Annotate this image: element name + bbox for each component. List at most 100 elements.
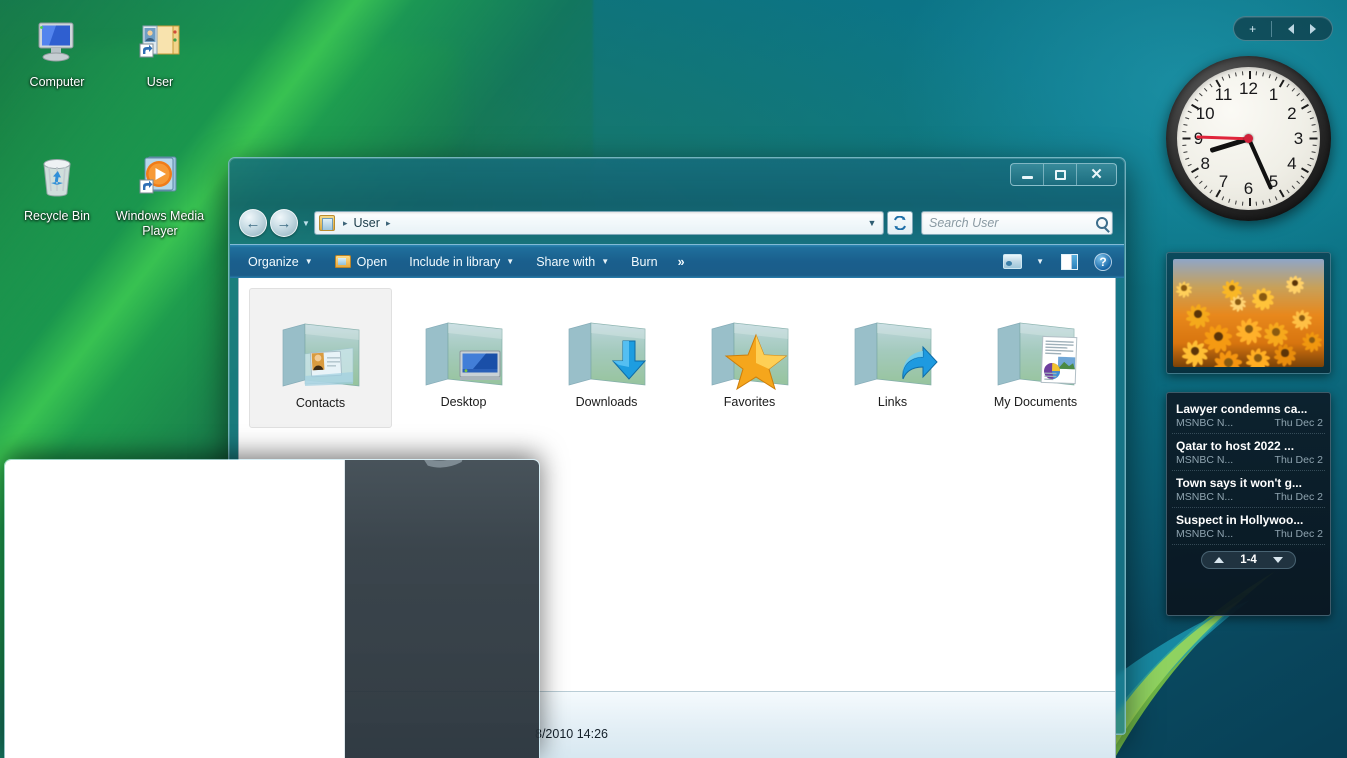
feed-item[interactable]: Suspect in Hollywoo... MSNBC N... Thu Dec …	[1172, 508, 1325, 545]
include-in-library-button[interactable]: Include in library ▼	[399, 249, 524, 275]
file-item-icon	[847, 296, 939, 391]
feed-item-title: Town says it won't g...	[1176, 476, 1302, 490]
start-menu-program-list	[5, 460, 344, 470]
help-button[interactable]: ?	[1088, 249, 1118, 275]
clock-numeral: 3	[1293, 128, 1304, 148]
feed-item[interactable]: Qatar to host 2022 ... MSNBC N... Thu Dec …	[1172, 434, 1325, 471]
refresh-button[interactable]	[887, 211, 913, 235]
feed-item-title: Qatar to host 2022 ...	[1176, 439, 1295, 453]
clock-tick	[1181, 144, 1186, 147]
chevron-right-icon[interactable]	[1310, 23, 1317, 34]
clock-numeral: 10	[1195, 103, 1215, 123]
desktop-icon-label: Windows Media Player	[115, 209, 205, 238]
organize-button[interactable]: Organize ▼	[238, 249, 323, 275]
explorer-titlebar[interactable]: ✕ ← → ▼ ▸ User ▸ ▼ Search User	[229, 158, 1125, 237]
help-icon: ?	[1094, 252, 1112, 271]
file-item[interactable]: Links	[821, 288, 964, 428]
feed-next-icon[interactable]	[1272, 557, 1283, 563]
clock-tick	[1295, 180, 1300, 185]
minimize-button[interactable]	[1011, 164, 1044, 185]
add-gadget-button[interactable]: +	[1234, 22, 1271, 36]
change-view-dropdown[interactable]: ▼	[1029, 249, 1051, 275]
folder-links-icon	[854, 322, 938, 386]
breadcrumb-user[interactable]: User	[354, 216, 380, 230]
folder-downloads-icon	[568, 322, 646, 386]
close-button[interactable]: ✕	[1077, 164, 1116, 185]
feed-item-source: MSNBC N...	[1176, 454, 1234, 466]
avatar[interactable]	[399, 460, 485, 482]
breadcrumb-separator[interactable]: ▸	[380, 218, 397, 229]
open-button[interactable]: Open	[325, 249, 398, 275]
share-with-button[interactable]: Share with ▼	[526, 249, 619, 275]
clock-tick	[1255, 201, 1257, 206]
feed-headlines-gadget[interactable]: Lawyer condemns ca... MSNBC N... Thu Dec 2…	[1166, 392, 1331, 616]
feed-pager-controls[interactable]: 1-4	[1201, 551, 1296, 569]
change-view-button[interactable]	[998, 249, 1027, 275]
clock-tick	[1227, 74, 1230, 79]
feed-pager[interactable]: 1-4	[1172, 551, 1325, 569]
file-item[interactable]: Contacts	[249, 288, 392, 428]
clock-numeral: 11	[1214, 85, 1233, 105]
window-buttons: ✕	[1010, 163, 1117, 186]
feed-item-title: Suspect in Hollywoo...	[1176, 513, 1304, 527]
clock-tick	[1198, 180, 1203, 185]
recycle-bin-icon	[8, 146, 106, 206]
clock-tick	[1181, 130, 1186, 133]
more-commands-button[interactable]: »	[670, 249, 693, 275]
address-dropdown-icon[interactable]: ▼	[863, 218, 881, 228]
clock-tick	[1291, 88, 1295, 92]
clock-tick	[1300, 175, 1304, 179]
desktop-icon-windows-media-player[interactable]: Windows Media Player	[111, 146, 209, 239]
organize-label: Organize	[248, 254, 299, 269]
clock-tick	[1309, 157, 1314, 160]
desktop-icon-recycle-bin[interactable]: Recycle Bin	[8, 146, 106, 224]
burn-label: Burn	[631, 254, 658, 269]
feed-item-date: Thu Dec 2	[1274, 417, 1323, 429]
clock-tick	[1255, 71, 1257, 76]
file-item-icon	[418, 296, 510, 391]
clock-tick	[1311, 151, 1316, 154]
search-box[interactable]: Search User	[921, 211, 1113, 235]
address-bar[interactable]: ▸ User ▸ ▼	[314, 211, 884, 235]
recent-pages-dropdown[interactable]: ▼	[298, 219, 314, 228]
feed-item-source: MSNBC N...	[1176, 417, 1234, 429]
file-item-label: Downloads	[575, 395, 638, 409]
clock-tick	[1274, 196, 1277, 201]
breadcrumb-separator[interactable]: ▸	[337, 218, 354, 229]
clock-tick	[1312, 130, 1317, 133]
feed-item[interactable]: Lawyer condemns ca... MSNBC N... Thu Dec 2	[1172, 397, 1325, 434]
start-menu[interactable]	[4, 459, 540, 758]
feed-item[interactable]: Town says it won't g... MSNBC N... Thu Dec…	[1172, 471, 1325, 508]
slideshow-gadget[interactable]	[1166, 252, 1331, 374]
file-item[interactable]: Favorites	[678, 288, 821, 428]
file-item-label: Desktop	[440, 395, 487, 409]
desktop-icon-label: Computer	[29, 75, 85, 89]
file-item[interactable]: My Documents	[964, 288, 1107, 428]
gadget-control-bar[interactable]: +	[1233, 16, 1333, 41]
minimize-icon	[1021, 176, 1033, 179]
user-folder-icon	[319, 215, 335, 231]
search-icon	[1096, 217, 1108, 229]
clock-numeral: 2	[1287, 103, 1297, 123]
gadget-nav[interactable]	[1272, 23, 1332, 34]
desktop-icon-computer[interactable]: Computer	[8, 12, 106, 90]
preview-pane-button[interactable]	[1053, 249, 1086, 275]
maximize-button[interactable]	[1044, 164, 1077, 185]
file-item-label: Favorites	[723, 395, 776, 409]
desktop-icon-user[interactable]: User	[111, 12, 209, 90]
clock-tick	[1198, 92, 1203, 97]
refresh-icon	[894, 216, 906, 230]
burn-button[interactable]: Burn	[621, 249, 667, 275]
clock-gadget[interactable]: 121234567891011	[1166, 56, 1331, 221]
chevron-down-icon: ▼	[601, 257, 610, 266]
clock-tick	[1312, 144, 1317, 147]
photo-overlay	[1173, 259, 1324, 367]
forward-button[interactable]: →	[270, 209, 298, 237]
back-button[interactable]: ←	[239, 209, 267, 237]
chevron-left-icon[interactable]	[1288, 23, 1295, 34]
file-item[interactable]: Desktop	[392, 288, 535, 428]
details-date-modified: 8/2010 14:26	[535, 727, 608, 741]
search-input[interactable]: Search User	[929, 216, 1096, 230]
file-item[interactable]: Downloads	[535, 288, 678, 428]
feed-prev-icon[interactable]	[1214, 557, 1225, 563]
